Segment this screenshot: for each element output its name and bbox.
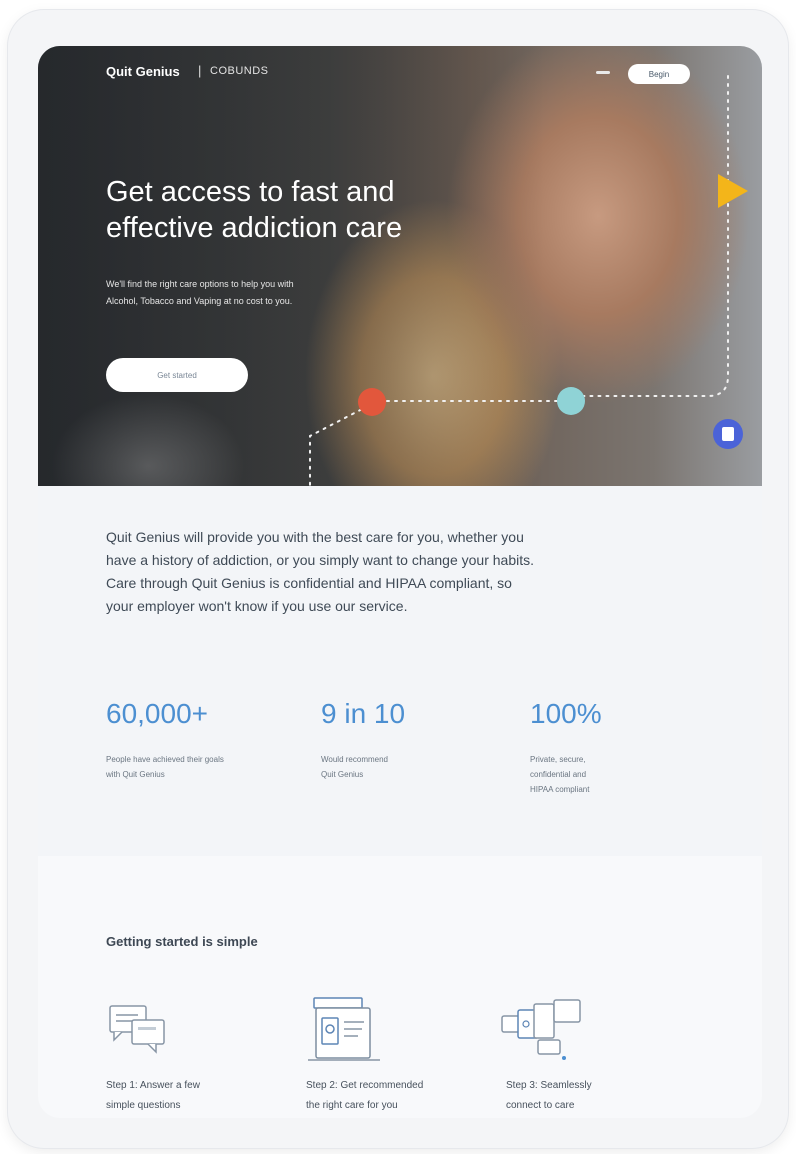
chat-bubbles-icon [109,1005,165,1054]
hero-title: Get access to fast and effective addicti… [106,174,466,246]
dotted-line-decoration [577,75,729,397]
connect-devices-icon [501,999,581,1060]
nav-cta-button[interactable]: Begin [628,64,690,84]
teal-dot-marker [557,387,585,415]
hero-subtitle: We'll find the right care options to hel… [106,279,294,306]
tablet-screen: Quit Genius | COBUNDS Begin Get access t… [38,46,762,1118]
brand-logo[interactable]: Quit Genius [106,64,180,79]
get-started-button[interactable]: Get started [106,358,248,392]
hero-decoration [309,75,748,486]
hero-title-line-2: effective addiction care [106,212,403,244]
stat-value-recommend: 9 in 10 [321,698,406,729]
stat-caption-users: People have achieved their goals with Qu… [106,755,224,779]
partner-logo: COBUNDS [210,65,269,77]
care-plan-icon [308,997,380,1061]
chat-icon[interactable] [713,419,743,449]
hero-title-line-1: Get access to fast and [106,176,395,208]
hero-section: Quit Genius | COBUNDS Begin Get access t… [38,46,762,486]
menu-icon[interactable] [596,71,610,74]
stat-value-privacy: 100% [530,698,602,729]
orange-dot-marker [358,388,386,416]
play-triangle-icon [718,174,748,208]
stat-value-users: 60,000+ [106,698,208,729]
step-2-label: Step 2: Get recommended the right care f… [306,1080,424,1111]
tablet-frame: Quit Genius | COBUNDS Begin Get access t… [8,10,788,1148]
step-1-label: Step 1: Answer a few simple questions [106,1080,200,1111]
stat-caption-privacy: Private, secure, confidential and HIPAA … [530,755,590,794]
step-3-label: Step 3: Seamlessly connect to care [506,1080,592,1111]
stat-caption-recommend: Would recommend Quit Genius [321,755,388,779]
steps-title: Getting started is simple [106,934,258,949]
dotted-line-decoration [309,405,369,486]
brand-separator: | [198,63,202,78]
intro-paragraph: Quit Genius will provide you with the be… [106,529,535,614]
